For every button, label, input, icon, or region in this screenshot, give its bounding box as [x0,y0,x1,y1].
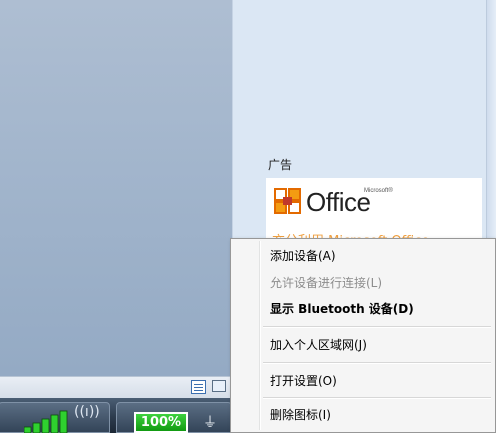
signal-bar [50,414,59,433]
power-plug-icon: ⏚ [203,415,217,431]
monitor-icon[interactable] [212,380,226,392]
menu-separator [263,326,491,328]
menu-item-remove-icon[interactable]: 删除图标(I) [270,404,331,426]
office-logo-icon [274,188,301,214]
battery-icon: 100% [134,412,188,433]
bluetooth-context-menu: 添加设备(A) 允许设备进行连接(L) 显示 Bluetooth 设备(D) 加… [230,238,496,433]
signal-bar [59,410,68,433]
menu-item-allow-connect[interactable]: 允许设备进行连接(L) [270,272,382,294]
menu-item-show-bluetooth-devices[interactable]: 显示 Bluetooth 设备(D) [270,298,414,320]
menu-icon-gutter [259,241,261,430]
ad-heading: 广告 [268,158,293,172]
desktop-background [0,0,232,376]
menu-item-add-device[interactable]: 添加设备(A) [270,245,336,267]
signal-bar [24,426,32,433]
menu-item-join-pan[interactable]: 加入个人区域网(J) [270,334,367,356]
menu-separator [263,362,491,364]
microsoft-tag: Microsoft® [364,188,393,194]
wireless-icon: ((ı)) [74,404,100,420]
signal-bar [32,422,41,433]
office-wordmark: Office [306,187,371,217]
menu-item-open-settings[interactable]: 打开设置(O) [270,370,337,392]
menu-separator [263,397,491,399]
notepad-icon[interactable] [191,380,206,394]
signal-bar [41,418,50,433]
